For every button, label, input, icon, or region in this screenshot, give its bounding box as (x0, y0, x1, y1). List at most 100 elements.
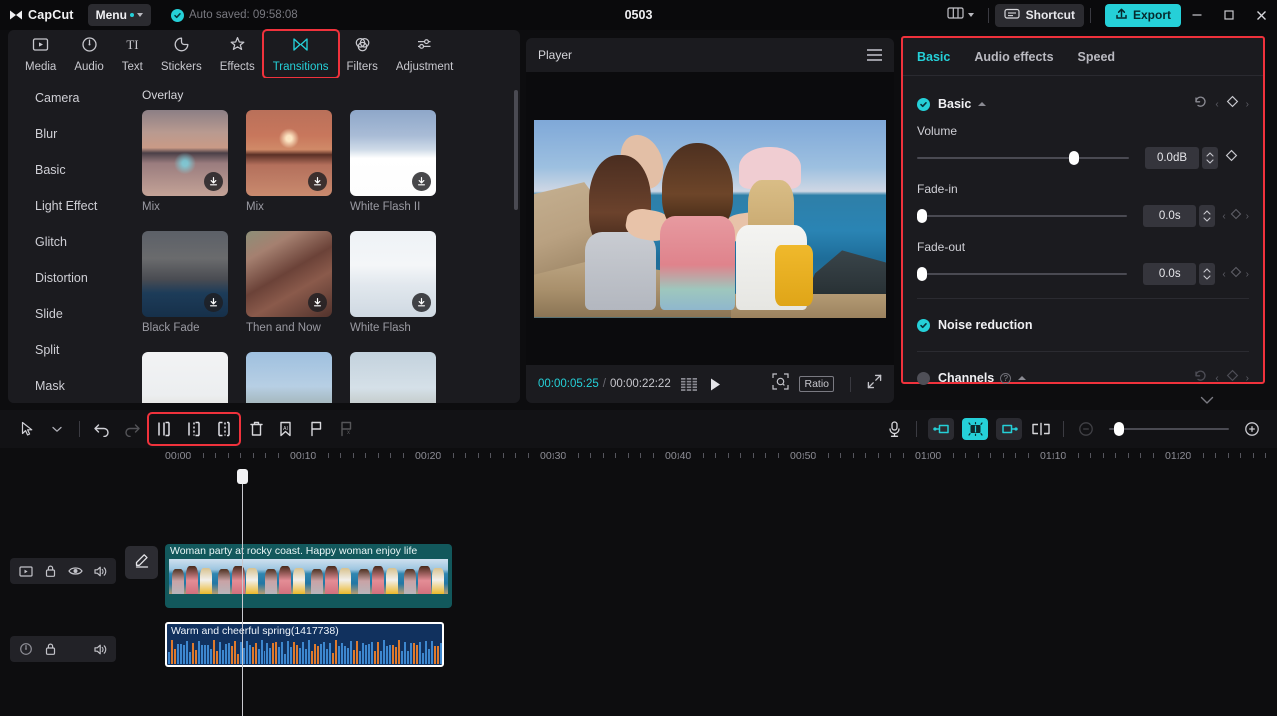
auto-adjust-button[interactable] (962, 418, 988, 440)
hamburger-icon[interactable] (867, 49, 882, 61)
download-icon[interactable] (412, 172, 431, 191)
noise-reduction-checkbox[interactable] (917, 318, 930, 332)
trash-button[interactable] (241, 416, 271, 442)
delete-left-button[interactable] (179, 416, 209, 442)
layout-button[interactable] (939, 6, 982, 25)
eye-icon[interactable] (63, 558, 88, 584)
transition-thumbnail[interactable] (142, 352, 228, 403)
noise-reduction-row[interactable]: Noise reduction (917, 305, 1249, 345)
fade-out-slider[interactable] (917, 267, 1127, 281)
keyframe-next-icon[interactable]: › (1246, 99, 1249, 110)
video-track-icon[interactable] (13, 558, 38, 584)
panel-scrollbar[interactable] (514, 90, 518, 210)
slider-knob[interactable] (917, 267, 927, 281)
player-stage[interactable] (526, 72, 894, 365)
keyframe-icon[interactable] (1230, 207, 1242, 225)
transition-item[interactable] (142, 352, 228, 403)
channels-checkbox[interactable] (917, 371, 930, 385)
category-mask[interactable]: Mask (8, 368, 130, 403)
category-blur[interactable]: Blur (8, 116, 130, 152)
inspector-tab-basic[interactable]: Basic (917, 50, 950, 64)
split-screen-button[interactable] (1026, 416, 1056, 442)
transition-item[interactable]: White Flash (350, 231, 436, 334)
shortcut-button[interactable]: Shortcut (994, 3, 1084, 27)
slider-knob[interactable] (1069, 151, 1079, 165)
zoom-out-button[interactable] (1071, 416, 1101, 442)
category-basic[interactable]: Basic (8, 152, 130, 188)
category-glitch[interactable]: Glitch (8, 224, 130, 260)
timeline-zoom-slider[interactable] (1109, 422, 1229, 436)
download-icon[interactable] (308, 172, 327, 191)
menu-button[interactable]: Menu (87, 4, 151, 26)
reset-icon[interactable] (1193, 94, 1208, 114)
magnify-icon[interactable] (772, 373, 790, 395)
tab-text[interactable]: TI Text (113, 33, 152, 75)
playhead-handle[interactable] (237, 469, 248, 484)
category-camera[interactable]: Camera (8, 80, 130, 116)
category-split[interactable]: Split (8, 332, 130, 368)
lock-icon[interactable] (38, 636, 63, 662)
reset-icon[interactable] (1193, 368, 1208, 388)
transition-thumbnail[interactable] (246, 352, 332, 403)
transition-thumbnail[interactable] (350, 352, 436, 403)
select-tool-dropdown[interactable] (42, 416, 72, 442)
transition-thumbnail[interactable] (142, 110, 228, 196)
transition-thumbnail[interactable] (350, 110, 436, 196)
keyframe-icon[interactable] (1230, 265, 1242, 283)
help-icon[interactable]: ? (1000, 372, 1012, 384)
basic-enable-checkbox[interactable] (917, 97, 930, 111)
volume-icon[interactable] (88, 636, 113, 662)
lock-icon[interactable] (38, 558, 63, 584)
fade-in-value[interactable]: 0.0s (1142, 205, 1197, 227)
fade-in-stepper[interactable] (1199, 205, 1216, 227)
chevron-up-icon[interactable] (978, 102, 987, 106)
download-icon[interactable] (204, 293, 223, 312)
mirror-left-button[interactable] (928, 418, 954, 440)
window-maximize-button[interactable] (1213, 0, 1245, 30)
flag-button[interactable] (301, 416, 331, 442)
undo-button[interactable] (87, 416, 117, 442)
keyframe-icon[interactable] (1225, 149, 1238, 167)
microphone-button[interactable] (879, 416, 909, 442)
keyframe-next-icon[interactable]: › (1246, 269, 1249, 280)
tab-transitions[interactable]: Transitions (261, 29, 340, 79)
tab-stickers[interactable]: Stickers (152, 33, 211, 75)
zoom-in-button[interactable] (1237, 416, 1267, 442)
transition-thumbnail[interactable] (246, 110, 332, 196)
window-minimize-button[interactable] (1181, 0, 1213, 30)
transition-item[interactable]: Black Fade (142, 231, 228, 334)
tab-adjustment[interactable]: Adjustment (387, 33, 463, 75)
ratio-button[interactable]: Ratio (799, 376, 834, 392)
redo-button[interactable] (117, 416, 147, 442)
flag-remove-button[interactable]: x (331, 416, 361, 442)
keyframe-prev-icon[interactable]: ‹ (1222, 269, 1225, 280)
keyframe-prev-icon[interactable]: ‹ (1215, 373, 1218, 384)
transition-item[interactable]: Mix (246, 110, 332, 213)
volume-value[interactable]: 0.0dB (1145, 147, 1199, 169)
category-slide[interactable]: Slide (8, 296, 130, 332)
transition-item[interactable]: Mix (142, 110, 228, 213)
volume-stepper[interactable] (1202, 147, 1218, 169)
video-clip[interactable]: Woman party at rocky coast. Happy woman … (165, 544, 452, 608)
export-button[interactable]: Export (1104, 3, 1181, 27)
audio-clip[interactable]: Warm and cheerful spring(1417738) (165, 622, 444, 667)
transition-item[interactable] (246, 352, 332, 403)
tab-effects[interactable]: Effects (211, 33, 264, 75)
fade-out-stepper[interactable] (1199, 263, 1216, 285)
fade-out-value[interactable]: 0.0s (1142, 263, 1197, 285)
volume-icon[interactable] (88, 558, 113, 584)
keyframe-prev-icon[interactable]: ‹ (1215, 99, 1218, 110)
transition-thumbnail[interactable] (142, 231, 228, 317)
play-icon[interactable] (708, 377, 722, 392)
download-icon[interactable] (308, 293, 327, 312)
transition-item[interactable]: White Flash II (350, 110, 436, 213)
fade-in-slider[interactable] (917, 209, 1127, 223)
fullscreen-icon[interactable] (867, 374, 882, 394)
volume-slider[interactable] (917, 151, 1129, 165)
transition-item[interactable]: Then and Now (246, 231, 332, 334)
tab-filters[interactable]: Filters (338, 33, 387, 75)
window-close-button[interactable] (1245, 0, 1277, 30)
download-icon[interactable] (204, 172, 223, 191)
inspector-tab-audio-effects[interactable]: Audio effects (974, 50, 1053, 64)
transition-thumbnail[interactable] (350, 231, 436, 317)
